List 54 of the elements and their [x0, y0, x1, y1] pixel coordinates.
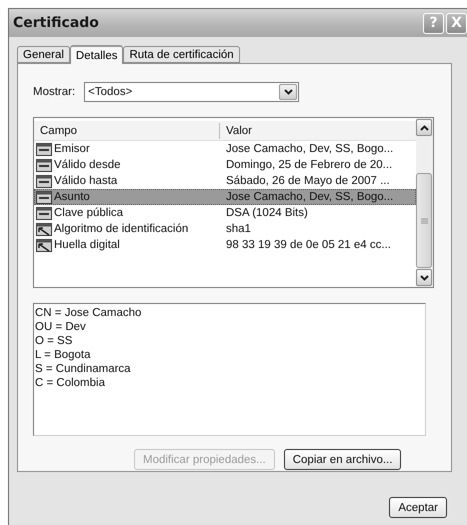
field-icon [36, 190, 52, 204]
detail-text-area[interactable]: CN = Jose Camacho OU = Dev O = SS L = Bogota S = Cundinamarca C = Colombia [33, 303, 426, 436]
column-header[interactable]: Campo [34, 122, 219, 138]
field-name: Huella digital [54, 239, 120, 251]
list-row[interactable]: Algoritmo de identificación sha1 [34, 221, 416, 237]
field-icon [36, 206, 52, 220]
field-icon [36, 142, 52, 156]
scrollbar[interactable] [416, 118, 433, 287]
field-icon [36, 174, 52, 188]
field-name: Algoritmo de identificación [54, 223, 188, 235]
window-title: Certificado [13, 15, 99, 31]
list-row[interactable]: Válido desde Domingo, 25 de Febrero de 20... [34, 157, 416, 173]
field-value: Jose Camacho, Dev, SS, Bogo... [225, 191, 394, 203]
copy-to-file-button[interactable]: Copiar en archivo... [284, 449, 402, 470]
chevron-up-icon [420, 124, 428, 130]
field-name: Emisor [54, 143, 90, 155]
field-value: sha1 [225, 223, 252, 235]
field-name: Válido desde [54, 159, 120, 171]
show-dropdown[interactable]: <Todos> [84, 82, 300, 102]
field-value: Domingo, 25 de Febrero de 20... [225, 159, 394, 171]
field-value: 98 33 19 39 de 0e 05 21 e4 cc... [225, 239, 392, 251]
accept-button[interactable]: Aceptar [389, 497, 447, 518]
field-value: Sábado, 26 de Mayo de 2007 ... [225, 175, 391, 187]
detail-line: O = SS [35, 334, 74, 348]
list-row[interactable]: Válido hasta Sábado, 26 de Mayo de 2007 ... [34, 173, 416, 189]
list-row[interactable]: Clave pública DSA (1024 Bits) [34, 205, 416, 221]
field-icon [36, 158, 52, 172]
list-row[interactable]: Huella digital 98 33 19 39 de 0e 05 21 e4 cc... [34, 237, 416, 253]
detail-line: S = Cundinamarca [35, 362, 132, 376]
tab[interactable]: Ruta de certificación [123, 46, 240, 63]
detail-line: CN = Jose Camacho [35, 306, 142, 320]
scroll-up-button[interactable] [416, 119, 432, 136]
list-row[interactable]: Asunto Jose Camacho, Dev, SS, Bogo... [34, 189, 416, 205]
property-icon [36, 238, 52, 252]
scroll-thumb[interactable] [416, 173, 432, 268]
property-icon [36, 222, 52, 236]
grip-icon [420, 218, 428, 224]
tab[interactable]: Detalles [70, 45, 124, 64]
field-name: Válido hasta [54, 175, 118, 187]
list-row[interactable]: Emisor Jose Camacho, Dev, SS, Bogo... [34, 141, 416, 157]
detail-line: OU = Dev [35, 320, 87, 334]
field-name: Clave pública [54, 207, 124, 219]
field-value: DSA (1024 Bits) [225, 207, 309, 219]
chevron-down-icon [420, 274, 428, 280]
tab[interactable]: General [17, 46, 70, 63]
show-label: Mostrar: [33, 86, 76, 98]
dropdown-value: <Todos> [88, 86, 132, 98]
dropdown-button[interactable] [279, 84, 298, 100]
scroll-down-button[interactable] [416, 269, 432, 286]
field-name: Asunto [54, 191, 90, 203]
field-value: Jose Camacho, Dev, SS, Bogo... [225, 143, 394, 155]
detail-line: C = Colombia [35, 376, 106, 390]
chevron-down-icon [284, 89, 293, 95]
detail-line: L = Bogota [35, 348, 92, 362]
